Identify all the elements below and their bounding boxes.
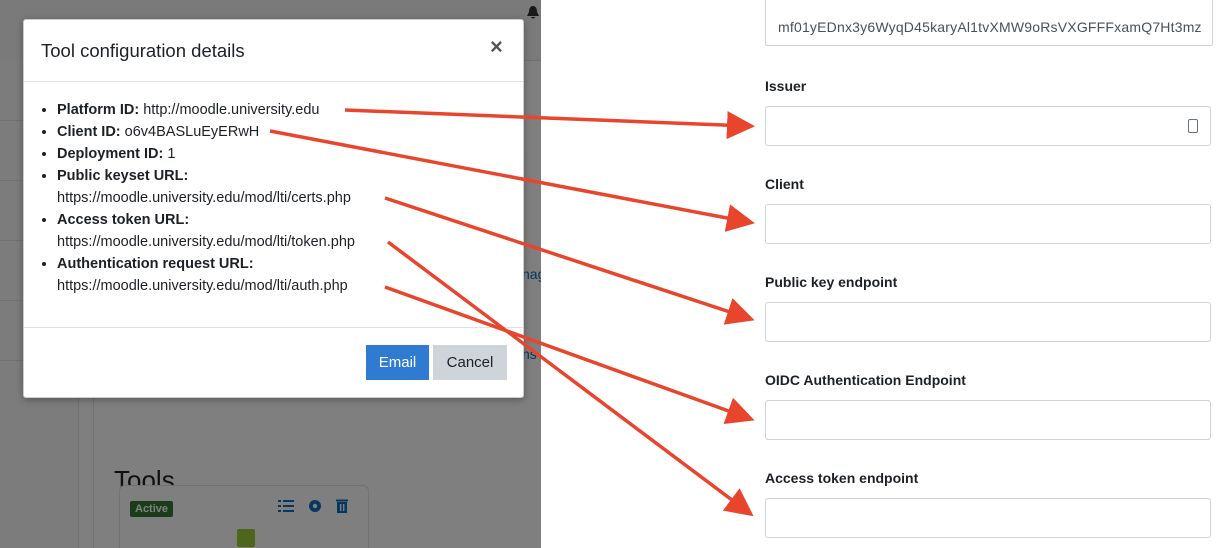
email-button[interactable]: Email xyxy=(366,345,429,380)
detail-value: https://moodle.university.edu/mod/lti/au… xyxy=(57,278,348,294)
detail-value: http://moodle.university.edu xyxy=(143,102,320,118)
modal-header: Tool configuration details × xyxy=(24,20,523,82)
issuer-label: Issuer xyxy=(765,78,807,94)
modal-title: Tool configuration details xyxy=(41,40,245,61)
detail-value: o6v4BASLuEyERwH xyxy=(124,124,260,140)
contact-card-icon xyxy=(1188,119,1198,133)
tool-configuration-modal: Tool configuration details × Platform ID… xyxy=(23,19,524,398)
client-input[interactable] xyxy=(765,204,1211,244)
public-key-endpoint-input[interactable] xyxy=(765,302,1211,342)
detail-label: Public keyset URL: xyxy=(57,168,189,184)
public-key-textarea[interactable]: mf01yEDnx3y6WyqD45karyAl1tvXMW9oRsVXGFFF… xyxy=(765,0,1213,46)
detail-value: https://moodle.university.edu/mod/lti/to… xyxy=(57,234,355,250)
tool-details-list: Platform ID: http://moodle.university.ed… xyxy=(37,99,355,297)
detail-label: Deployment ID: xyxy=(57,146,164,162)
modal-footer: Email Cancel xyxy=(24,327,523,398)
detail-value: 1 xyxy=(167,146,176,162)
detail-label: Authentication request URL: xyxy=(57,256,254,272)
issuer-input[interactable] xyxy=(765,106,1211,146)
detail-value: https://moodle.university.edu/mod/lti/ce… xyxy=(57,190,351,206)
detail-auth-request-url: Authentication request URL: https://moodl… xyxy=(57,253,355,297)
public-key-endpoint-label: Public key endpoint xyxy=(765,274,898,290)
access-token-endpoint-input[interactable] xyxy=(765,498,1211,538)
client-label: Client xyxy=(765,176,804,192)
oidc-auth-endpoint-input[interactable] xyxy=(765,400,1211,440)
detail-label: Access token URL: xyxy=(57,212,190,228)
oidc-auth-endpoint-label: OIDC Authentication Endpoint xyxy=(765,372,966,388)
access-token-endpoint-label: Access token endpoint xyxy=(765,470,919,486)
modal-body: Platform ID: http://moodle.university.ed… xyxy=(24,82,523,327)
cancel-button[interactable]: Cancel xyxy=(433,345,507,380)
detail-label: Platform ID: xyxy=(57,102,140,118)
detail-deployment-id: Deployment ID: 1 xyxy=(57,143,355,165)
close-icon[interactable]: × xyxy=(490,36,503,58)
public-key-text: mf01yEDnx3y6WyqD45karyAl1tvXMW9oRsVXGFFF… xyxy=(778,19,1202,35)
tool-registration-form: mf01yEDnx3y6WyqD45karyAl1tvXMW9oRsVXGFFF… xyxy=(541,0,1218,548)
detail-label: Client ID: xyxy=(57,124,121,140)
detail-platform-id: Platform ID: http://moodle.university.ed… xyxy=(57,99,355,121)
detail-public-keyset-url: Public keyset URL: https://moodle.univers… xyxy=(57,165,355,209)
detail-access-token-url: Access token URL: https://moodle.universi… xyxy=(57,209,355,253)
detail-client-id: Client ID: o6v4BASLuEyERwH xyxy=(57,121,355,143)
